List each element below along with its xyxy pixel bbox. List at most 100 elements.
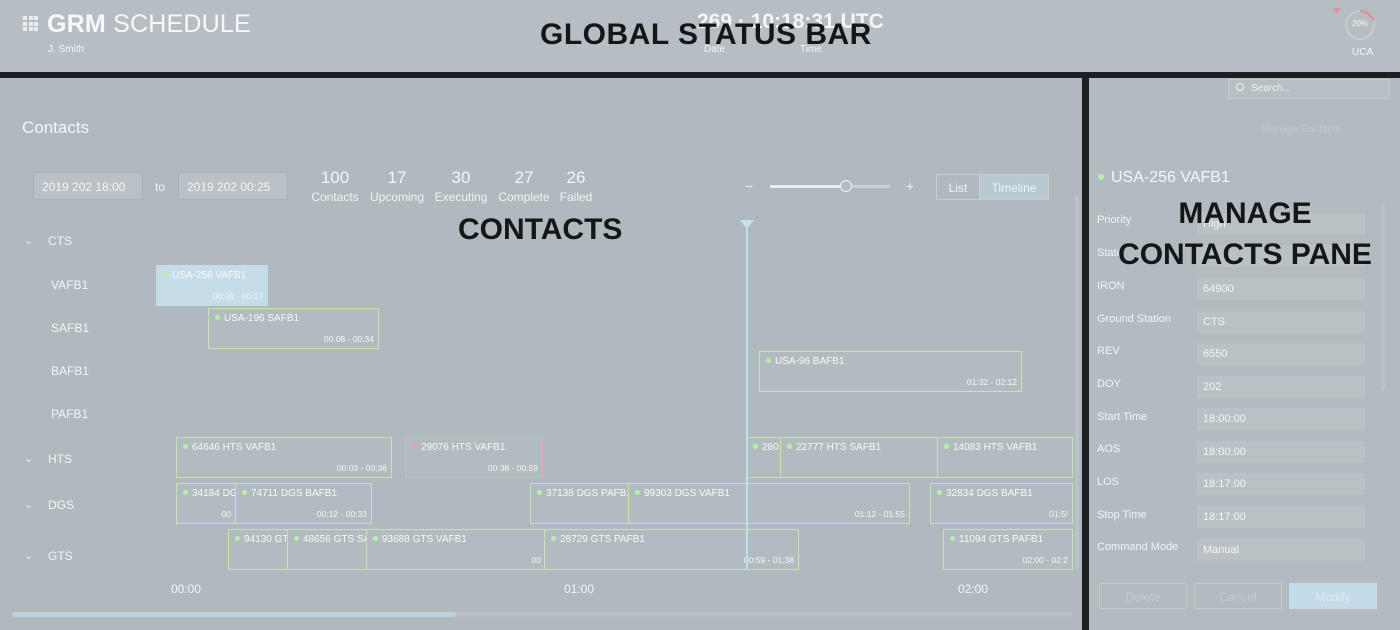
contact-bar-failed[interactable]: 29076 HTS VAFB1 00:38 - 00:59 [405, 437, 543, 478]
station-label-vafb1: VAFB1 [51, 278, 89, 292]
zoom-out-button[interactable]: − [745, 178, 753, 194]
field-label-los: LOS [1097, 476, 1120, 488]
search-placeholder: Search... [1251, 83, 1292, 94]
contact-bar-name: USA-96 BAFB1 [766, 356, 844, 367]
group-label-hts[interactable]: HTS [48, 452, 72, 466]
contact-title: USA-256 VAFB1 [1111, 169, 1230, 186]
contact-bar-time: 00 [221, 509, 231, 519]
contact-bar-name: 99303 DGS VAFB1 [635, 488, 730, 499]
contact-bar-time: 00:08 - 00:34 [323, 334, 374, 344]
status-dot-icon [215, 315, 220, 320]
stop-time-field[interactable]: 18:17:00 [1197, 506, 1365, 528]
group-label-gts[interactable]: GTS [48, 549, 73, 563]
app-title: GRM SCHEDULE [47, 10, 251, 38]
status-dot-icon [766, 358, 771, 363]
contact-bar-time: 00:03 - 00:36 [336, 463, 387, 473]
station-label-pafb1: PAFB1 [51, 407, 89, 421]
start-date-field[interactable]: 2019 202 18:00 [33, 172, 143, 200]
end-date-field[interactable]: 2019 202 00:25 [178, 172, 288, 200]
field-label-rev: REV [1097, 345, 1120, 357]
contact-bar[interactable]: 99303 DGS VAFB1 01:12 - 01:55 [628, 483, 910, 524]
contact-bar[interactable]: 32834 DGS BAFB1 01:5! [930, 483, 1073, 524]
status-dot-icon [373, 536, 378, 541]
contact-bar-time: 00:12 - 00:33 [316, 509, 367, 519]
group-label-cts[interactable]: CTS [48, 234, 72, 248]
cancel-button[interactable]: Cancel [1194, 583, 1282, 609]
status-dot-icon [163, 272, 168, 277]
rev-field[interactable]: 6550 [1197, 343, 1365, 365]
group-label-dgs[interactable]: DGS [48, 498, 74, 512]
contact-bar[interactable]: 48656 GTS SA [287, 529, 367, 570]
start-time-field[interactable]: 18:00:00 [1197, 408, 1365, 430]
ground-station-field[interactable]: CTS [1197, 311, 1365, 333]
station-label-bafb1: BAFB1 [51, 364, 90, 378]
los-field[interactable]: 18:17:00 [1197, 473, 1365, 495]
divider [1082, 78, 1089, 630]
stat-complete-label: Complete [498, 190, 550, 204]
stat-upcoming-value: 17 [387, 168, 407, 187]
chevron-down-icon[interactable]: ⌄ [24, 498, 33, 511]
contact-bar[interactable]: 22777 HTS SAFB1 [780, 437, 940, 478]
contact-bar[interactable]: 34184 DG 00 [176, 483, 236, 524]
app-grid-icon[interactable] [23, 16, 38, 31]
contact-bar[interactable]: 64646 HTS VAFB1 00:03 - 00:36 [176, 437, 392, 478]
manage-contacts-link[interactable]: Manage Contacts [1262, 124, 1340, 135]
contact-bar-name: 14083 HTS VAFB1 [944, 442, 1037, 453]
contact-bar-name: 280 [753, 442, 779, 453]
status-dot-icon [183, 444, 188, 449]
contact-bar-time: 00:38 - 00:59 [487, 463, 538, 473]
chevron-down-icon[interactable]: ⌄ [24, 452, 33, 465]
field-label-ground-station: Ground Station [1097, 313, 1171, 325]
stat-complete-value: 27 [514, 168, 534, 187]
contact-bar[interactable]: 28729 GTS PAFB1 00:59 - 01:38 [544, 529, 799, 570]
status-dot-icon [753, 444, 758, 449]
iron-field[interactable]: 64900 [1197, 278, 1365, 300]
contact-bar-time: 01:12 - 01:55 [854, 509, 905, 519]
field-label-command-mode: Command Mode [1097, 541, 1179, 553]
contact-bar-time: 01:5! [1049, 509, 1068, 519]
contact-bar[interactable]: USA-196 SAFB1 00:08 - 00:34 [208, 308, 379, 349]
status-dot-icon [937, 490, 942, 495]
vertical-scrollbar[interactable] [1075, 195, 1079, 570]
delete-button[interactable]: Delete [1099, 583, 1187, 609]
chevron-down-icon[interactable]: ⌄ [24, 549, 33, 562]
contact-bar[interactable]: 93688 GTS VAFB1 00 [366, 529, 546, 570]
pane-scrollbar[interactable] [1381, 205, 1385, 390]
contact-bar-name: 74711 DGS BAFB1 [242, 488, 337, 499]
view-list-toggle[interactable]: List [936, 174, 980, 200]
modify-button[interactable]: Modify [1289, 583, 1377, 609]
stat-executing-label: Executing [434, 190, 488, 204]
stat-failed-label: Failed [559, 190, 593, 204]
contact-bar[interactable]: 37138 DGS PAFB1 [530, 483, 630, 524]
doy-field[interactable]: 202 [1197, 376, 1365, 398]
status-dot-icon [294, 536, 299, 541]
current-time-line [746, 225, 748, 570]
contact-bar-name: 34184 DG [183, 488, 235, 499]
stat-executing-value: 30 [451, 168, 471, 187]
contact-bar[interactable]: 94130 GT [228, 529, 290, 570]
horizontal-scrollbar-thumb[interactable] [12, 612, 456, 617]
view-timeline-toggle[interactable]: Timeline [979, 174, 1049, 200]
contact-bar-time: 00:00 - 00:17 [212, 291, 263, 301]
contact-bar[interactable]: 74711 DGS BAFB1 00:12 - 00:33 [235, 483, 372, 524]
zoom-slider-thumb[interactable] [840, 180, 852, 192]
contact-bar[interactable]: USA-256 VAFB1 00:00 - 00:17 [156, 265, 268, 306]
contact-bar-name: 64646 HTS VAFB1 [183, 442, 276, 453]
contact-bar[interactable]: 11094 GTS PAFB1 02:00 - 02:2 [943, 529, 1073, 570]
zoom-in-button[interactable]: + [906, 178, 914, 194]
aos-field[interactable]: 18:00:00 [1197, 441, 1365, 463]
contact-bar-name: USA-196 SAFB1 [215, 313, 299, 324]
stat-upcoming-label: Upcoming [369, 190, 425, 204]
contact-bar[interactable]: USA-96 BAFB1 01:32 - 02:12 [759, 351, 1022, 392]
contact-bar-time: 01:32 - 02:12 [966, 377, 1017, 387]
contact-bar-name: 94130 GT [235, 534, 288, 545]
chevron-down-icon[interactable]: ⌄ [24, 234, 33, 247]
stat-contacts-label: Contacts [311, 190, 359, 204]
status-dot-icon [537, 490, 542, 495]
contact-bar[interactable]: 14083 HTS VAFB1 [937, 437, 1073, 478]
gauge-name: UCA [1352, 47, 1374, 58]
command-mode-field[interactable]: Manual [1197, 539, 1365, 561]
search-icon [1236, 83, 1244, 91]
contact-bar-name: 37138 DGS PAFB1 [537, 488, 629, 499]
current-time-marker-icon[interactable] [740, 220, 754, 229]
